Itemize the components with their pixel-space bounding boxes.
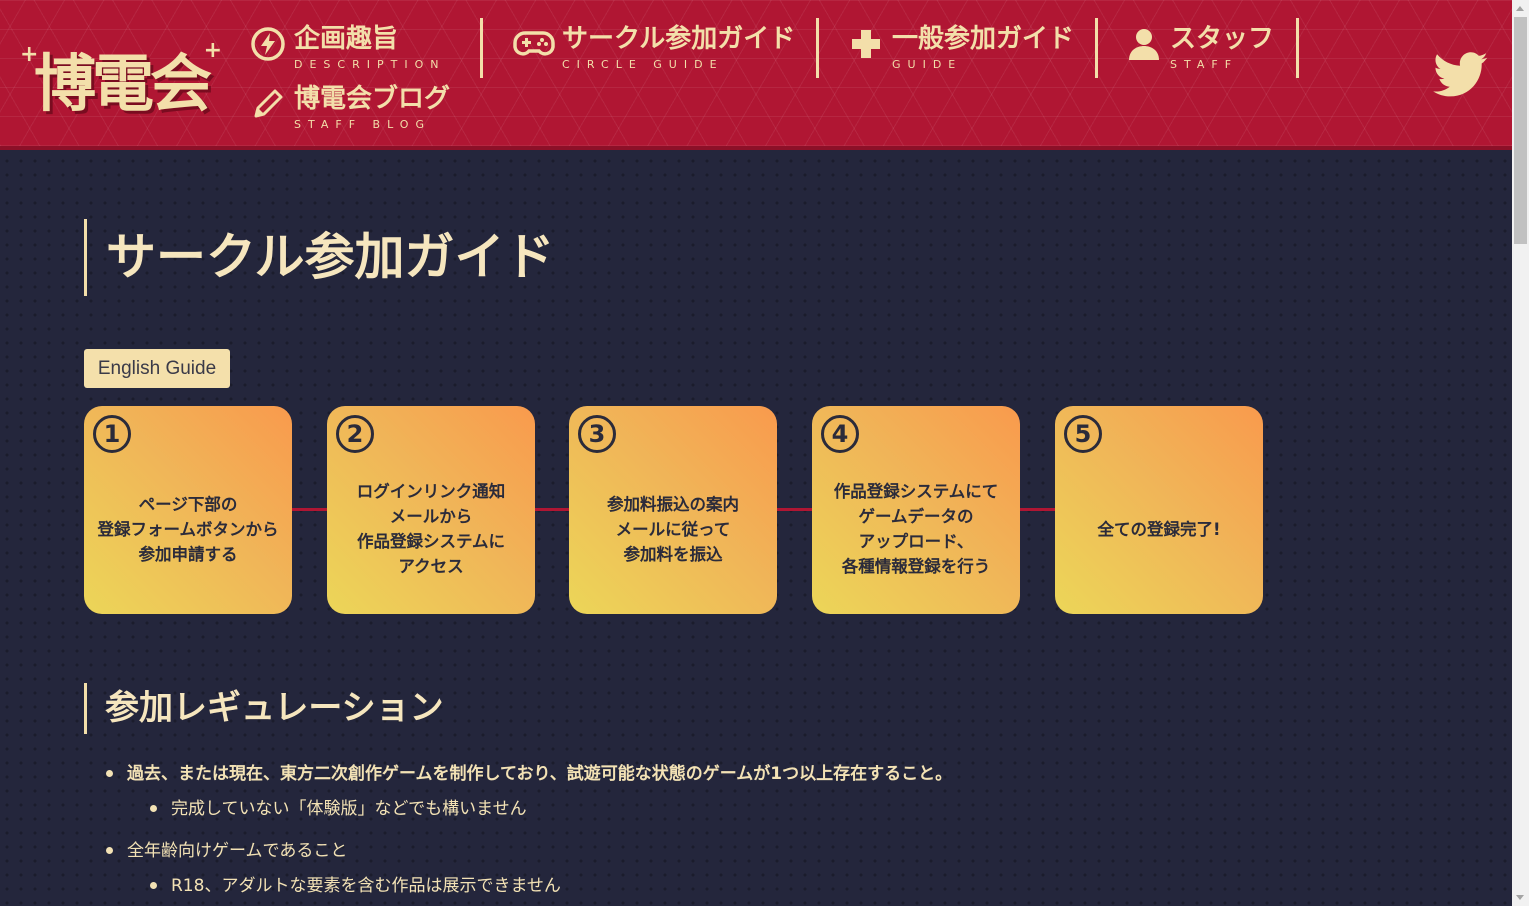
lightning-circle-icon <box>248 24 288 64</box>
site-logo[interactable]: + + 博電会 <box>18 38 224 120</box>
step-text: 全ての登録完了! <box>1097 519 1221 539</box>
list-subitem: 完成していない「体験版」などでも構いません <box>150 797 1406 822</box>
page-title: サークル参加ガイド <box>84 219 555 296</box>
step-card: 2 ログインリンク通知 メールから 作品登録システムに アクセス <box>327 406 535 614</box>
english-guide-button[interactable]: English Guide <box>84 349 230 388</box>
step-card: 1 ページ下部の 登録フォームボタンから 参加申請する <box>84 406 292 614</box>
step-number: 2 <box>336 415 374 453</box>
sparkle-icon: + <box>203 38 222 63</box>
gamepad-icon <box>512 24 556 64</box>
nav-divider <box>1296 18 1299 78</box>
step-text: ログインリンク通知 メールから 作品登録システムに アクセス <box>356 482 506 576</box>
nav-sublabel: DESCRIPTION <box>294 58 446 71</box>
nav-sublabel: STAFF <box>1170 58 1239 71</box>
nav-label: 博電会ブログ <box>294 84 451 114</box>
logo-text: 博電会 <box>33 47 212 120</box>
nav-item-description[interactable]: 企画趣旨 DESCRIPTION <box>248 24 445 72</box>
nav-item-general-guide[interactable]: 一般参加ガイド GUIDE <box>846 24 1074 72</box>
nav-sublabel: STAFF BLOG <box>294 118 431 131</box>
scroll-up-icon[interactable] <box>1516 6 1524 11</box>
nav-item-staff-blog[interactable]: 博電会ブログ STAFF BLOG <box>248 84 450 132</box>
scroll-down-icon[interactable] <box>1516 895 1524 900</box>
nav-item-circle-guide[interactable]: サークル参加ガイド CIRCLE GUIDE <box>512 24 795 72</box>
step-number: 3 <box>578 415 616 453</box>
user-icon <box>1124 24 1164 64</box>
regulation-list: 過去、または現在、東方二次創作ゲームを制作しており、試遊可能な状態のゲームが1つ… <box>106 762 1406 899</box>
list-subitem: R18、アダルトな要素を含む作品は展示できません <box>150 874 1406 899</box>
nav-divider <box>816 18 819 78</box>
scrollbar-thumb[interactable] <box>1514 17 1527 244</box>
nav-divider <box>480 18 483 78</box>
site-header: + + 博電会 企画趣旨 DESCRIPTION サークル参加ガイド CIRCL… <box>0 0 1512 150</box>
step-number: 1 <box>93 415 131 453</box>
step-text: 参加料振込の案内 メールに従って 参加料を振込 <box>607 494 739 564</box>
step-text: ページ下部の 登録フォームボタンから 参加申請する <box>97 494 279 564</box>
step-number: 5 <box>1064 415 1102 453</box>
regulation-title: 参加レギュレーション <box>84 683 444 734</box>
step-card: 3 参加料振込の案内 メールに従って 参加料を振込 <box>569 406 777 614</box>
step-number: 4 <box>821 415 859 453</box>
list-item: 全年齢向けゲームであること <box>106 839 1406 864</box>
twitter-icon[interactable] <box>1432 52 1490 98</box>
nav-divider <box>1095 18 1098 78</box>
step-card: 4 作品登録システムにて ゲームデータの アップロード、 各種情報登録を行う <box>812 406 1020 614</box>
list-item: 過去、または現在、東方二次創作ゲームを制作しており、試遊可能な状態のゲームが1つ… <box>106 762 1406 787</box>
nav-sublabel: GUIDE <box>892 58 963 71</box>
nav-label: スタッフ <box>1170 24 1275 54</box>
nav-sublabel: CIRCLE GUIDE <box>562 58 724 71</box>
nav-label: サークル参加ガイド <box>562 24 796 54</box>
step-text: 作品登録システムにて ゲームデータの アップロード、 各種情報登録を行う <box>833 482 999 576</box>
pencil-icon <box>248 84 288 124</box>
scrollbar[interactable] <box>1512 0 1529 906</box>
plus-icon <box>846 24 886 64</box>
sparkle-icon: + <box>20 42 39 67</box>
step-card: 5 全ての登録完了! <box>1055 406 1263 614</box>
nav-item-staff[interactable]: スタッフ STAFF <box>1124 24 1274 72</box>
nav-label: 企画趣旨 <box>294 24 399 54</box>
nav-label: 一般参加ガイド <box>892 24 1075 54</box>
